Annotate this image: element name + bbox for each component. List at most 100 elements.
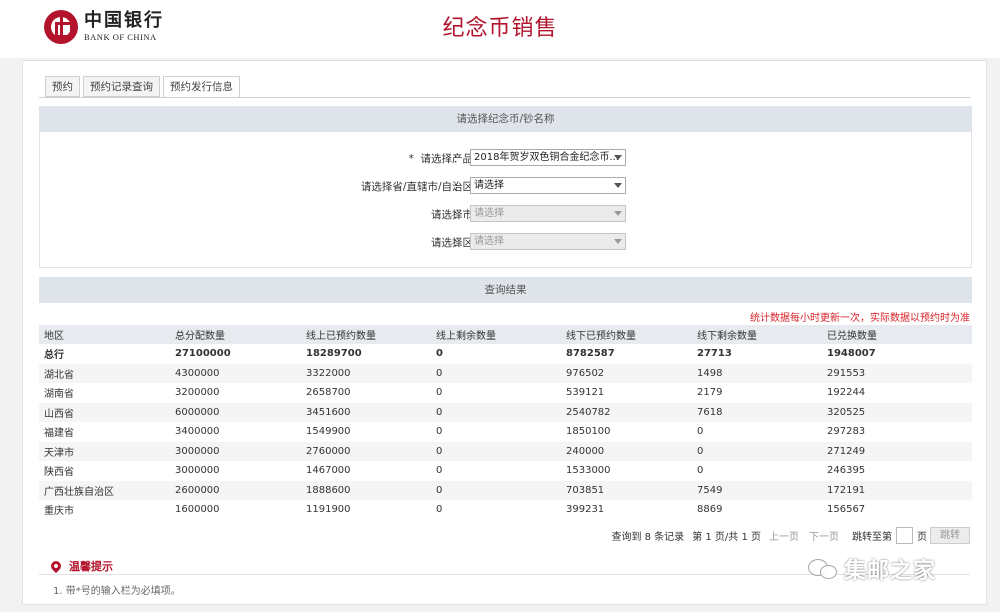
table-cell: 2658700 xyxy=(301,383,431,403)
province-select[interactable]: 请选择 xyxy=(470,177,626,194)
table-cell: 湖南省 xyxy=(39,383,170,403)
chevron-down-icon xyxy=(614,211,622,216)
table-row: 重庆市 1600000 1191900 0 399231 8869 156567 xyxy=(39,500,972,520)
table-cell: 4300000 xyxy=(170,363,301,383)
table-row: 陕西省 3000000 1467000 0 1533000 0 246395 xyxy=(39,461,972,481)
page-unit-label: 页 xyxy=(917,531,927,543)
wechat-icon xyxy=(808,557,838,581)
tips-title: 温馨提示 xyxy=(69,560,113,573)
table-cell: 1467000 xyxy=(301,461,431,481)
form-row-product: * 请选择产品 ： 2018年贺岁双色铜合金纪念币... xyxy=(40,149,973,167)
table-cell: 27100000 xyxy=(170,344,301,364)
form-row-city: 请选择市 ： 请选择 xyxy=(40,205,973,223)
table-cell: 399231 xyxy=(561,500,692,520)
results-body: 总行 27100000 18289700 0 8782587 27713 1948007 湖北… xyxy=(39,344,972,520)
main-panel: 预约 预约记录查询 预约发行信息 请选择纪念币/钞名称 * 请选择产品 ： 20… xyxy=(22,60,987,605)
site-header: 中国银行 BANK OF CHINA 纪念币销售 xyxy=(0,0,1000,58)
table-cell: 1888600 xyxy=(301,480,431,500)
table-cell: 18289700 xyxy=(301,344,431,364)
jump-button[interactable]: 跳转 xyxy=(930,526,970,544)
table-cell: 2760000 xyxy=(301,441,431,461)
tips-heading: 温馨提示 xyxy=(48,558,113,574)
table-cell: 1948007 xyxy=(822,344,972,364)
location-pin-icon xyxy=(48,558,64,574)
table-cell: 0 xyxy=(431,402,561,422)
table-cell: 1850100 xyxy=(561,422,692,442)
column-header: 线上剩余数量 xyxy=(431,325,561,344)
table-header-row: 地区 总分配数量 线上已预约数量 线上剩余数量 线下已预约数量 线下剩余数量 已… xyxy=(39,325,972,344)
tip-item: 1. 带*号的输入栏为必填项。 xyxy=(53,586,181,597)
tab-bar: 预约 预约记录查询 预约发行信息 xyxy=(45,76,243,98)
table-cell: 3400000 xyxy=(170,422,301,442)
table-row: 广西壮族自治区 2600000 1888600 0 703851 7549 172191 xyxy=(39,480,972,500)
page-number-input[interactable] xyxy=(896,526,913,544)
tab-divider xyxy=(39,97,970,98)
results-table: 地区 总分配数量 线上已预约数量 线上剩余数量 线下已预约数量 线下剩余数量 已… xyxy=(39,325,972,520)
table-cell: 0 xyxy=(431,500,561,520)
table-cell: 0 xyxy=(692,461,822,481)
district-label: 请选择区 xyxy=(431,237,473,249)
page-title: 纪念币销售 xyxy=(442,16,558,41)
form-row-province: 请选择省/直辖市/自治区 ： 请选择 xyxy=(40,177,973,195)
table-cell: 539121 xyxy=(561,383,692,403)
table-cell: 1498 xyxy=(692,363,822,383)
table-cell: 2540782 xyxy=(561,402,692,422)
table-cell: 192244 xyxy=(822,383,972,403)
table-row: 湖北省 4300000 3322000 0 976502 1498 291553 xyxy=(39,363,972,383)
table-cell: 2179 xyxy=(692,383,822,403)
table-cell: 陕西省 xyxy=(39,461,170,481)
update-notice: 统计数据每小时更新一次，实际数据以预约时为准 xyxy=(750,313,970,324)
column-header: 已兑换数量 xyxy=(822,325,972,344)
table-cell: 3200000 xyxy=(170,383,301,403)
table-cell: 240000 xyxy=(561,441,692,461)
tab-reservation-records[interactable]: 预约记录查询 xyxy=(83,76,160,97)
column-header: 地区 xyxy=(39,325,170,344)
table-cell: 156567 xyxy=(822,500,972,520)
tab-reserve[interactable]: 预约 xyxy=(45,76,80,97)
district-select[interactable]: 请选择 xyxy=(470,233,626,250)
table-cell: 7549 xyxy=(692,480,822,500)
city-label: 请选择市 xyxy=(431,209,473,221)
table-cell: 1191900 xyxy=(301,500,431,520)
tab-issue-info[interactable]: 预约发行信息 xyxy=(163,76,240,98)
table-cell: 1533000 xyxy=(561,461,692,481)
table-cell: 27713 xyxy=(692,344,822,364)
city-select[interactable]: 请选择 xyxy=(470,205,626,222)
table-cell: 0 xyxy=(692,441,822,461)
table-row: 天津市 3000000 2760000 0 240000 0 271249 xyxy=(39,441,972,461)
select-form: * 请选择产品 ： 2018年贺岁双色铜合金纪念币... 请选择省/直辖市/自治… xyxy=(39,132,972,268)
table-cell: 2600000 xyxy=(170,480,301,500)
table-cell: 703851 xyxy=(561,480,692,500)
select-section-header: 请选择纪念币/钞名称 xyxy=(39,106,972,132)
column-header: 总分配数量 xyxy=(170,325,301,344)
table-cell: 湖北省 xyxy=(39,363,170,383)
table-cell: 0 xyxy=(431,461,561,481)
watermark: 集邮之家 xyxy=(808,553,936,585)
table-cell: 1549900 xyxy=(301,422,431,442)
table-cell: 重庆市 xyxy=(39,500,170,520)
table-cell: 1600000 xyxy=(170,500,301,520)
colon: ： xyxy=(453,237,464,249)
page-info: 第 1 页/共 1 页 xyxy=(692,531,761,543)
table-cell: 320525 xyxy=(822,402,972,422)
table-row: 总行 27100000 18289700 0 8782587 27713 1948007 xyxy=(39,344,972,364)
product-select[interactable]: 2018年贺岁双色铜合金纪念币... xyxy=(470,149,626,166)
table-cell: 291553 xyxy=(822,363,972,383)
table-cell: 3322000 xyxy=(301,363,431,383)
table-row: 湖南省 3200000 2658700 0 539121 2179 192244 xyxy=(39,383,972,403)
next-page-link[interactable]: 下一页 xyxy=(809,528,839,543)
table-cell: 总行 xyxy=(39,344,170,364)
table-cell: 广西壮族自治区 xyxy=(39,480,170,500)
colon: ： xyxy=(453,181,464,193)
column-header: 线下剩余数量 xyxy=(692,325,822,344)
chevron-down-icon xyxy=(614,155,622,160)
table-cell: 0 xyxy=(431,383,561,403)
table-cell: 福建省 xyxy=(39,422,170,442)
table-cell: 6000000 xyxy=(170,402,301,422)
table-cell: 172191 xyxy=(822,480,972,500)
table-cell: 0 xyxy=(431,441,561,461)
table-cell: 8869 xyxy=(692,500,822,520)
column-header: 线下已预约数量 xyxy=(561,325,692,344)
prev-page-link[interactable]: 上一页 xyxy=(769,528,799,543)
column-header: 线上已预约数量 xyxy=(301,325,431,344)
